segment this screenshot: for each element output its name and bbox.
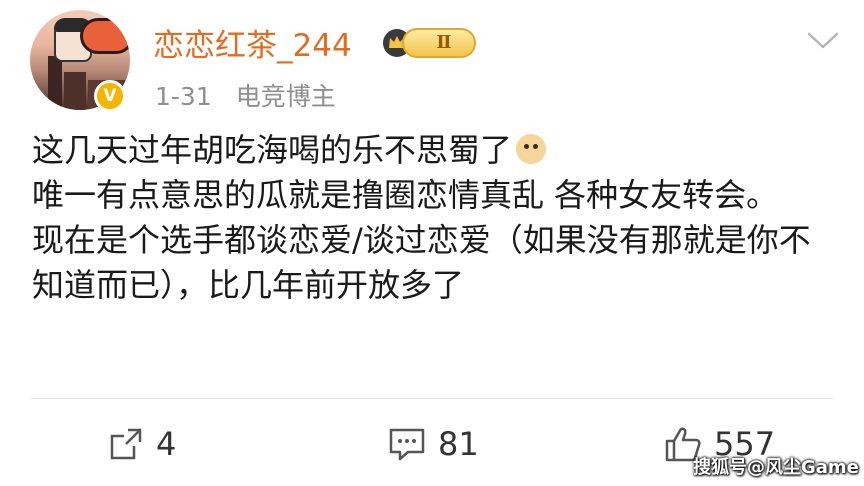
avatar-tower-shape [48, 56, 62, 110]
post-body: 这几天过年胡吃海喝的乐不思蜀了 唯一有点意思的瓜就是撸圈恋情真乱 各种女友转会。… [32, 128, 842, 308]
user-tag: 电竞博主 [235, 82, 336, 111]
post-meta: 1-31 电竞博主 [155, 77, 336, 113]
comment-count: 81 [438, 425, 479, 463]
post-line-2: 唯一有点意思的瓜就是撸圈恋情真乱 各种女友转会。 [32, 176, 779, 214]
username[interactable]: 恋恋红茶_244 [153, 20, 352, 65]
chevron-down-icon[interactable] [805, 28, 841, 52]
doge-emoji-icon [516, 134, 547, 164]
avatar-building-shape [64, 72, 86, 110]
level-badge[interactable]: Ⅱ [402, 28, 476, 58]
divider [30, 398, 834, 399]
repost-button[interactable]: 4 [108, 424, 176, 464]
watermark: 搜狐号@风尘Game [693, 457, 859, 478]
avatar-sticker [80, 18, 130, 54]
comment-button[interactable]: 81 [388, 424, 479, 464]
post-timestamp: 1-31 [155, 82, 212, 111]
post-line-1: 这几天过年胡吃海喝的乐不思蜀了 [32, 131, 513, 169]
verified-badge: V [94, 80, 126, 112]
post-line-3: 现在是个选手都谈恋爱/谈过恋爱（如果没有那就是你不知道而已），比几年前开放多了 [32, 221, 811, 304]
repost-count: 4 [156, 425, 177, 463]
repost-icon [110, 428, 142, 460]
comment-icon [389, 428, 425, 461]
